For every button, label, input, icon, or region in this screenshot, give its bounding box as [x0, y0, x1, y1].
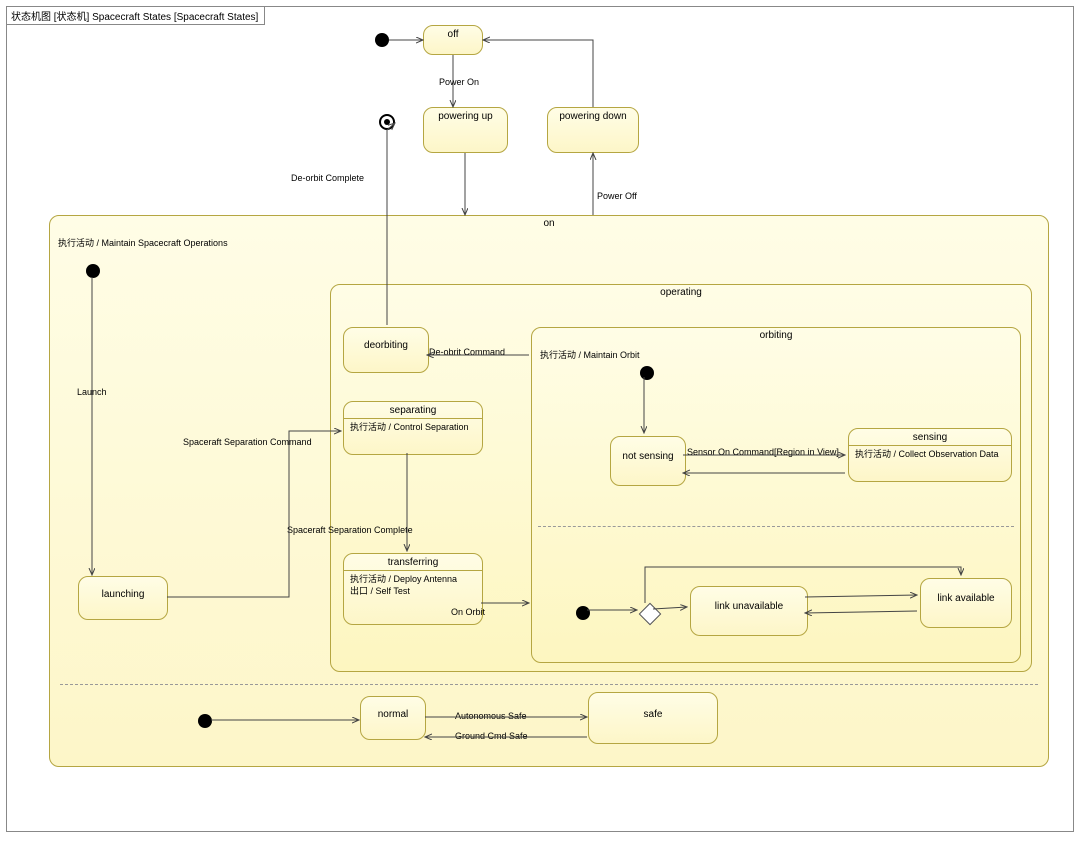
state-activity: 执行活动 / Maintain Spacecraft Operations	[58, 236, 228, 249]
state-separating[interactable]: separating 执行活动 / Control Separation	[343, 401, 483, 455]
state-sensing[interactable]: sensing 执行活动 / Collect Observation Data	[848, 428, 1012, 482]
state-deorbiting[interactable]: deorbiting	[343, 327, 429, 373]
initial-orbiting-bottom	[576, 606, 590, 620]
transition-label: On Orbit	[451, 607, 485, 617]
state-label: powering down	[548, 108, 638, 124]
transition-label: Spaceraft Separation Command	[183, 437, 312, 447]
region-divider	[60, 684, 1038, 685]
state-link-available[interactable]: link available	[920, 578, 1012, 628]
activity-line: 执行活动 / Deploy Antenna	[350, 573, 476, 585]
state-label: link unavailable	[691, 587, 807, 614]
choice-node[interactable]	[639, 603, 662, 626]
state-label: transferring	[344, 554, 482, 570]
region-divider	[538, 526, 1014, 527]
state-label: not sensing	[611, 437, 685, 464]
state-label: off	[424, 26, 482, 42]
final-state	[379, 114, 395, 130]
transition-label: De-orbit Complete	[291, 173, 364, 183]
transition-label: Ground Cmd Safe	[455, 731, 528, 741]
initial-on	[86, 264, 100, 278]
state-activity: 执行活动 / Deploy Antenna 出口 / Self Test	[344, 570, 482, 601]
initial-mode	[198, 714, 212, 728]
state-label: powering up	[424, 108, 507, 124]
transition-label: Power On	[439, 77, 479, 87]
state-link-unavailable[interactable]: link unavailable	[690, 586, 808, 636]
activity-line: 出口 / Self Test	[350, 585, 476, 597]
initial-orbiting-top	[640, 366, 654, 380]
transition-label: Spaceraft Separation Complete	[287, 525, 413, 535]
state-activity: 执行活动 / Collect Observation Data	[849, 445, 1011, 464]
state-label: safe	[589, 693, 717, 722]
state-label: link available	[921, 579, 1011, 606]
transition-label: Sensor On Command[Region in View]	[687, 447, 839, 457]
state-label: normal	[361, 697, 425, 722]
state-activity: 执行活动 / Maintain Orbit	[540, 348, 640, 361]
transition-label: Launch	[77, 387, 107, 397]
state-operating[interactable]: operating deorbiting separating 执行活动 / C…	[330, 284, 1032, 672]
state-label: orbiting	[532, 330, 1020, 341]
state-activity: 执行活动 / Control Separation	[344, 418, 482, 437]
state-label: sensing	[849, 429, 1011, 445]
diagram-frame: 状态机图 [状态机] Spacecraft States [Spacecraft…	[6, 6, 1074, 832]
state-safe[interactable]: safe	[588, 692, 718, 744]
state-powering-up[interactable]: powering up	[423, 107, 508, 153]
state-label: launching	[79, 577, 167, 602]
state-orbiting[interactable]: orbiting 执行活动 / Maintain Orbit not sensi…	[531, 327, 1021, 663]
state-off[interactable]: off	[423, 25, 483, 55]
state-label: operating	[331, 287, 1031, 298]
state-label: deorbiting	[344, 328, 428, 353]
state-label: separating	[344, 402, 482, 418]
state-powering-down[interactable]: powering down	[547, 107, 639, 153]
transition-label: Autonomous Safe	[455, 711, 527, 721]
state-not-sensing[interactable]: not sensing	[610, 436, 686, 486]
state-on[interactable]: on 执行活动 / Maintain Spacecraft Operations…	[49, 215, 1049, 767]
diagram-title-tab: 状态机图 [状态机] Spacecraft States [Spacecraft…	[6, 6, 265, 25]
initial-top	[375, 33, 389, 47]
state-launching[interactable]: launching	[78, 576, 168, 620]
state-label: on	[50, 218, 1048, 229]
state-normal[interactable]: normal	[360, 696, 426, 740]
diagram-canvas: 状态机图 [状态机] Spacecraft States [Spacecraft…	[0, 0, 1080, 843]
transition-label: De-obrit Command	[429, 347, 505, 357]
transition-label: Power Off	[597, 191, 637, 201]
